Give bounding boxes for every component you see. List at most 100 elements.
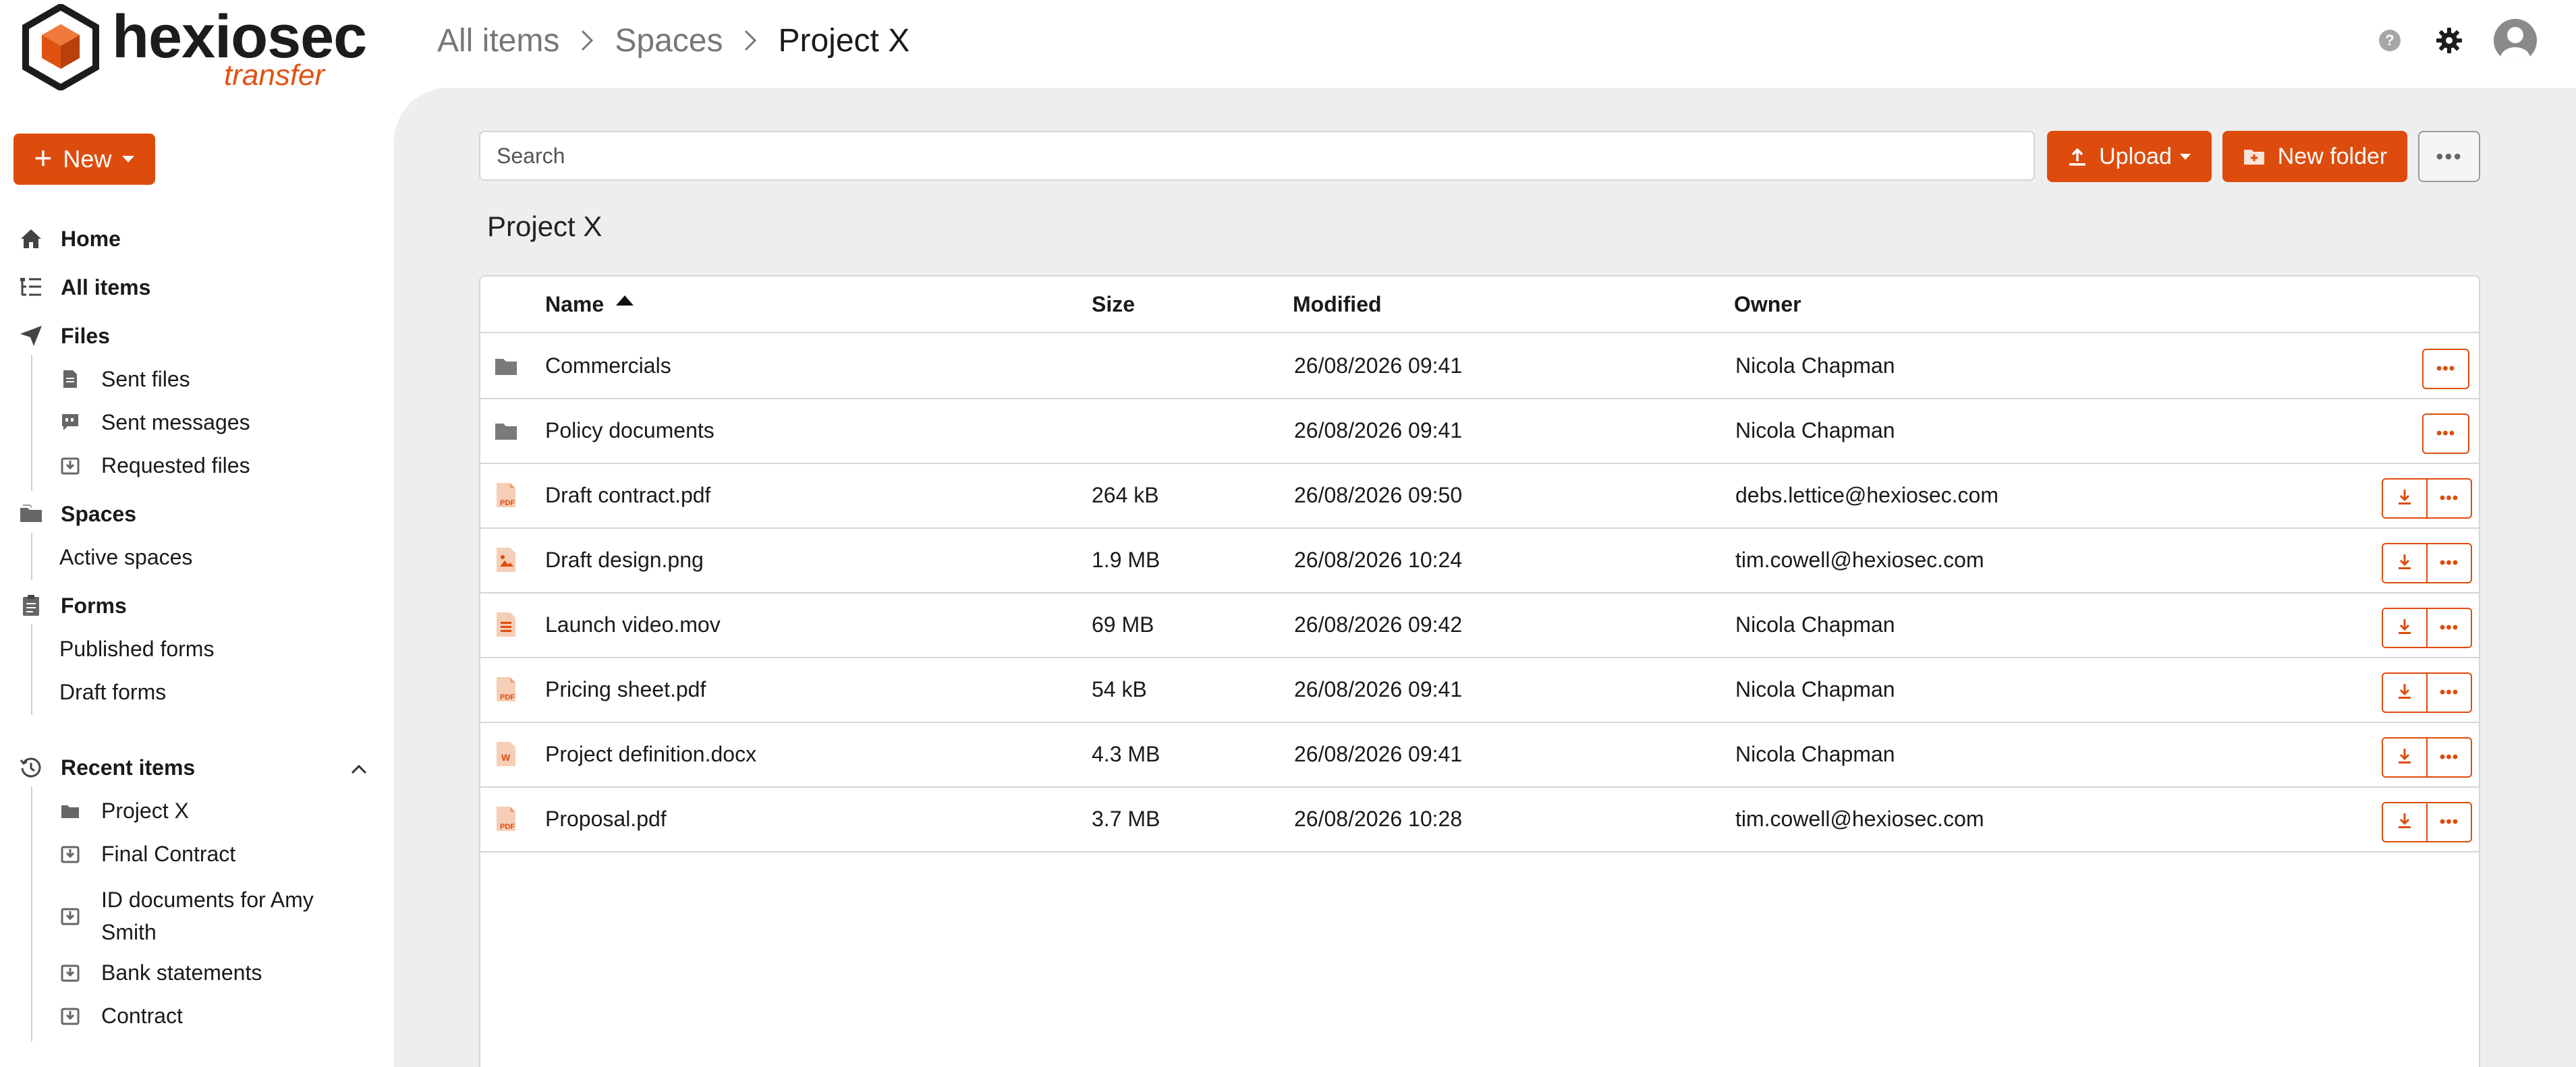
sidebar-item-label: Requested files xyxy=(101,453,250,478)
file-modified: 26/08/2026 10:28 xyxy=(1294,806,1463,831)
file-modified: 26/08/2026 09:41 xyxy=(1294,353,1463,378)
file-name[interactable]: Pricing sheet.pdf xyxy=(545,657,706,722)
tree-line xyxy=(31,625,32,715)
table-row[interactable]: PDF Pricing sheet.pdf 54 kB 26/08/2026 09:4… xyxy=(480,657,2479,723)
row-more-button[interactable]: ••• xyxy=(2422,413,2469,454)
sidebar-item-published-forms[interactable]: Published forms xyxy=(59,637,214,661)
row-more-button[interactable]: ••• xyxy=(2428,737,2472,778)
row-more-button[interactable]: ••• xyxy=(2422,349,2469,389)
table-row[interactable]: Commercials 26/08/2026 09:41 Nicola Chapma… xyxy=(480,333,2479,399)
upload-button-label: Upload xyxy=(2099,143,2172,169)
inbox-download-icon xyxy=(59,905,81,927)
download-icon xyxy=(2397,812,2413,833)
new-button[interactable]: + New xyxy=(13,134,155,185)
user-avatar-icon[interactable] xyxy=(2494,19,2537,62)
inbox-download-icon xyxy=(59,1005,81,1027)
table-row[interactable]: Launch video.mov 69 MB 26/08/2026 09:42 Nic… xyxy=(480,592,2479,658)
column-header-size[interactable]: Size xyxy=(1092,277,1135,332)
file-owner: Nicola Chapman xyxy=(1735,676,1895,701)
more-options-button[interactable]: ••• xyxy=(2418,131,2480,182)
download-icon xyxy=(2397,553,2413,574)
sidebar-item-requested-files[interactable]: Requested files xyxy=(59,453,250,478)
sidebar-item-home[interactable]: Home xyxy=(18,225,121,252)
file-modified: 26/08/2026 10:24 xyxy=(1294,547,1463,572)
gear-icon[interactable] xyxy=(2433,24,2465,57)
recent-item-final-contract[interactable]: Final Contract xyxy=(59,842,235,866)
table-row[interactable]: W Project definition.docx 4.3 MB 26/08/2026… xyxy=(480,722,2479,788)
list-tree-icon xyxy=(18,274,45,301)
sidebar-item-label: Published forms xyxy=(59,636,215,661)
table-row[interactable]: Policy documents 26/08/2026 09:41 Nicola C… xyxy=(480,398,2479,464)
sidebar-item-sent-messages[interactable]: Sent messages xyxy=(59,410,250,434)
download-icon xyxy=(2397,488,2413,509)
recent-item-bank-statements[interactable]: Bank statements xyxy=(59,960,262,985)
file-owner: Nicola Chapman xyxy=(1735,741,1895,766)
file-name[interactable]: Commercials xyxy=(545,333,671,398)
file-name[interactable]: Launch video.mov xyxy=(545,592,721,657)
file-name[interactable]: Policy documents xyxy=(545,398,715,463)
file-size: 3.7 MB xyxy=(1092,806,1160,831)
row-more-button[interactable]: ••• xyxy=(2428,543,2472,583)
download-button[interactable] xyxy=(2382,737,2428,778)
new-folder-button-label: New folder xyxy=(2277,143,2388,169)
new-folder-button[interactable]: New folder xyxy=(2222,131,2407,182)
sidebar-item-spaces[interactable]: Spaces xyxy=(18,500,136,527)
download-button[interactable] xyxy=(2382,478,2428,519)
download-button[interactable] xyxy=(2382,608,2428,648)
sidebar-item-files[interactable]: Files xyxy=(18,322,110,349)
recent-item-contract[interactable]: Contract xyxy=(59,1004,183,1028)
column-header-name[interactable]: Name xyxy=(545,277,634,332)
table-header: Name Size Modified Owner xyxy=(480,277,2479,333)
svg-text:W: W xyxy=(501,752,511,763)
recent-item-project-x[interactable]: Project X xyxy=(59,799,189,823)
file-name[interactable]: Proposal.pdf xyxy=(545,786,667,851)
row-more-button[interactable]: ••• xyxy=(2428,802,2472,842)
hexagon-logo-icon xyxy=(22,4,99,90)
file-name[interactable]: Project definition.docx xyxy=(545,722,756,786)
file-name[interactable]: Draft design.png xyxy=(545,527,704,592)
sidebar-item-label: Sent messages xyxy=(101,409,250,434)
column-header-modified[interactable]: Modified xyxy=(1293,277,1382,332)
file-modified: 26/08/2026 09:41 xyxy=(1294,741,1463,766)
chevron-right-icon xyxy=(580,28,594,53)
inbox-download-icon xyxy=(59,455,81,476)
row-more-button[interactable]: ••• xyxy=(2428,608,2472,648)
sidebar-item-all-items[interactable]: All items xyxy=(18,274,150,301)
file-owner: tim.cowell@hexiosec.com xyxy=(1735,806,1984,831)
row-more-button[interactable]: ••• xyxy=(2428,672,2472,713)
download-button[interactable] xyxy=(2382,802,2428,842)
table-row[interactable]: PDF Proposal.pdf 3.7 MB 26/08/2026 10:28 tim… xyxy=(480,786,2479,853)
tree-line xyxy=(31,533,32,580)
page-title: Project X xyxy=(487,210,603,242)
download-icon xyxy=(2397,683,2413,703)
search-input[interactable] xyxy=(479,131,2035,181)
breadcrumb: All items Spaces Project X xyxy=(437,19,909,62)
download-button[interactable] xyxy=(2382,543,2428,583)
sidebar-item-sent-files[interactable]: Sent files xyxy=(59,367,190,391)
spaces-folder-icon xyxy=(59,800,81,821)
column-header-owner[interactable]: Owner xyxy=(1734,277,1801,332)
download-button[interactable] xyxy=(2382,672,2428,713)
file-modified: 26/08/2026 09:50 xyxy=(1294,482,1463,507)
breadcrumb-all-items[interactable]: All items xyxy=(437,22,559,59)
table-row[interactable]: PDF Draft contract.pdf 264 kB 26/08/2026 09… xyxy=(480,463,2479,529)
file-name[interactable]: Draft contract.pdf xyxy=(545,463,710,527)
recent-item-id-documents[interactable]: ID documents for Amy Smith xyxy=(59,882,344,950)
row-more-button[interactable]: ••• xyxy=(2428,478,2472,519)
caret-down-icon xyxy=(122,156,135,163)
sidebar-item-active-spaces[interactable]: Active spaces xyxy=(59,545,192,569)
hexiosec-logo[interactable]: hexiosec transfer xyxy=(22,4,367,90)
sidebar-item-draft-forms[interactable]: Draft forms xyxy=(59,680,166,704)
sidebar-item-forms[interactable]: Forms xyxy=(18,592,127,619)
file-owner: Nicola Chapman xyxy=(1735,417,1895,442)
download-icon xyxy=(2397,618,2413,639)
upload-button[interactable]: Upload xyxy=(2047,131,2212,182)
chevron-up-icon[interactable] xyxy=(345,755,372,782)
recent-item-label: Contract xyxy=(101,1003,183,1028)
table-row[interactable]: Draft design.png 1.9 MB 26/08/2026 10:24 ti… xyxy=(480,527,2479,594)
column-header-label: Name xyxy=(545,291,605,316)
help-icon[interactable]: ? xyxy=(2379,30,2401,51)
file-modified: 26/08/2026 09:41 xyxy=(1294,676,1463,701)
sidebar-item-recent-items[interactable]: Recent items xyxy=(18,754,195,781)
breadcrumb-spaces[interactable]: Spaces xyxy=(615,22,723,59)
